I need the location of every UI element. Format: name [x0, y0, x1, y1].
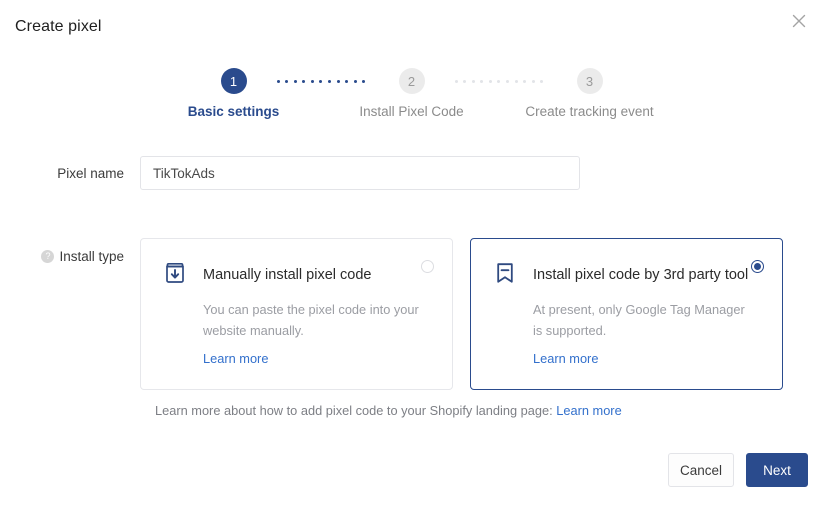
install-type-label-group: ? Install type	[0, 238, 140, 264]
stepper-connector-2	[454, 79, 547, 83]
stepper-connector-1	[276, 79, 369, 83]
install-option-third-party-radio[interactable]	[751, 260, 764, 273]
next-button[interactable]: Next	[746, 453, 808, 487]
pixel-name-label: Pixel name	[57, 165, 124, 181]
close-icon[interactable]	[787, 9, 811, 33]
stepper-step-2-label: Install Pixel Code	[359, 104, 464, 119]
stepper-step-3-number: 3	[576, 68, 603, 94]
footnote-text: Learn more about how to add pixel code t…	[155, 403, 553, 418]
stepper-step-1-label: Basic settings	[187, 104, 280, 119]
install-type-label: Install type	[59, 249, 124, 264]
install-option-manual-learn-more-link[interactable]: Learn more	[203, 351, 268, 366]
stepper: 1 Basic settings 2 Install Pixel Code 3 …	[0, 68, 823, 119]
install-option-manual-radio[interactable]	[421, 260, 434, 273]
stepper-step-2-number: 2	[398, 68, 425, 94]
install-option-third-party[interactable]: Install pixel code by 3rd party tool At …	[470, 238, 783, 390]
stepper-step-3-label: Create tracking event	[525, 104, 654, 119]
bookmark-minus-icon	[491, 259, 519, 287]
install-option-third-party-head: Install pixel code by 3rd party tool	[491, 261, 764, 289]
install-option-third-party-title: Install pixel code by 3rd party tool	[533, 267, 749, 283]
pixel-name-input[interactable]	[140, 156, 580, 190]
install-option-third-party-description: At present, only Google Tag Manager is s…	[533, 302, 745, 338]
pixel-name-row: Pixel name	[0, 156, 580, 190]
footnote-learn-more-link[interactable]: Learn more	[556, 403, 621, 418]
install-option-manual-head: Manually install pixel code	[161, 261, 434, 289]
install-option-manual-title: Manually install pixel code	[203, 267, 372, 283]
footnote: Learn more about how to add pixel code t…	[155, 403, 622, 418]
page-title: Create pixel	[15, 18, 102, 35]
dialog-actions: Cancel Next	[668, 453, 808, 487]
question-mark-icon[interactable]: ?	[41, 250, 55, 263]
install-option-third-party-learn-more-link[interactable]: Learn more	[533, 351, 598, 366]
create-pixel-dialog: Create pixel 1 Basic settings 2 Install …	[0, 0, 823, 506]
stepper-step-1-number: 1	[220, 68, 247, 94]
install-option-manual[interactable]: Manually install pixel code You can past…	[140, 238, 453, 390]
install-type-row: ? Install type Manually install pixel co…	[0, 238, 783, 390]
cancel-button[interactable]: Cancel	[668, 453, 734, 487]
install-type-options: Manually install pixel code You can past…	[140, 238, 783, 390]
install-option-manual-description: You can paste the pixel code into your w…	[203, 302, 419, 338]
install-box-download-icon	[161, 259, 189, 287]
